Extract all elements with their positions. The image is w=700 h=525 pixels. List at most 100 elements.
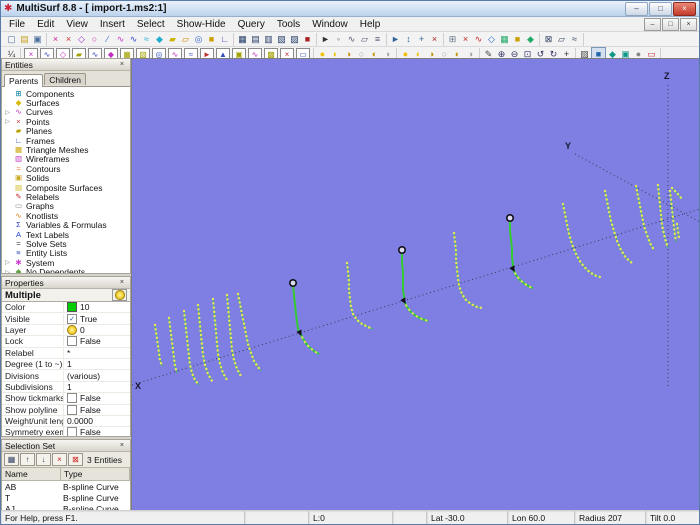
insert-point-icon[interactable]: + <box>415 33 428 45</box>
view-body-icon[interactable]: ▧ <box>275 33 288 45</box>
property-value[interactable]: False <box>64 427 130 436</box>
checkbox-icon[interactable]: ✓ <box>67 313 77 324</box>
property-value[interactable]: * <box>64 348 130 358</box>
tree-item-relabels[interactable]: ✎ Relabels <box>4 192 130 202</box>
line-icon[interactable]: ∕ <box>101 33 114 45</box>
select-all-icon[interactable]: ≡ <box>371 33 384 45</box>
view-profile-icon[interactable]: ▥ <box>262 33 275 45</box>
tab-children[interactable]: Children <box>44 73 86 85</box>
property-value[interactable]: 0 <box>64 324 130 335</box>
menu-window[interactable]: Window <box>306 19 354 30</box>
move-point-icon[interactable]: ↕ <box>402 33 415 45</box>
view-perspective-icon[interactable]: ▨ <box>288 33 301 45</box>
column-header-type[interactable]: Type <box>61 468 130 481</box>
list-view-icon[interactable]: ▦ <box>4 453 19 466</box>
point-icon[interactable]: × <box>49 33 62 45</box>
tree-item-curves[interactable]: ▷ ∿ Curves <box>4 107 130 117</box>
solid-icon[interactable]: ■ <box>205 33 218 45</box>
property-value[interactable]: 0.0000 <box>64 416 130 426</box>
tree-item-planes[interactable]: ▰ Planes <box>4 126 130 136</box>
magnet-icon[interactable]: ◇ <box>75 33 88 45</box>
pick-box-icon[interactable]: ⊠ <box>542 33 555 45</box>
view-plan-icon[interactable]: ▤ <box>249 33 262 45</box>
mdi-restore-button[interactable]: □ <box>662 17 679 31</box>
tree-item-no-dependents[interactable]: ▷ ◆ No Dependents <box>4 267 130 273</box>
tree-item-surfaces[interactable]: ◆ Surfaces <box>4 98 130 108</box>
tree-item-triangle-meshes[interactable]: ▦ Triangle Meshes <box>4 145 130 155</box>
clear-all-icon[interactable]: ⊠ <box>68 453 83 466</box>
tree-item-variables-formulas[interactable]: Σ Variables & Formulas <box>4 220 130 230</box>
property-value[interactable]: ✓ True <box>64 313 130 324</box>
error-surface-icon[interactable]: ◇ <box>485 33 498 45</box>
menu-edit[interactable]: Edit <box>31 19 60 30</box>
property-value[interactable]: False <box>64 336 130 347</box>
select-arrow-icon[interactable]: ► <box>319 33 332 45</box>
bspline-curve-icon[interactable]: ∿ <box>127 33 140 45</box>
expand-arrow-icon[interactable]: ▷ <box>4 269 11 273</box>
menu-query[interactable]: Query <box>232 19 271 30</box>
viewport-3d[interactable]: X Y Z <box>131 58 699 514</box>
mdi-minimize-button[interactable]: – <box>644 17 661 31</box>
minimize-button[interactable]: – <box>625 1 648 16</box>
tree-item-contours[interactable]: ≈ Contours <box>4 164 130 174</box>
property-value[interactable]: False <box>64 404 130 415</box>
move-down-icon[interactable]: ↓ <box>36 453 51 466</box>
save-icon[interactable]: ▣ <box>31 33 44 45</box>
ruled-surface-icon[interactable]: ▱ <box>179 33 192 45</box>
cspline-curve-icon[interactable]: ≈ <box>140 33 153 45</box>
menu-select[interactable]: Select <box>131 19 171 30</box>
menu-show-hide[interactable]: Show-Hide <box>171 19 232 30</box>
tree-item-solve-sets[interactable]: = Solve Sets <box>4 239 130 249</box>
close-icon[interactable]: × <box>117 60 127 69</box>
tree-item-wireframes[interactable]: ▧ Wireframes <box>4 154 130 164</box>
pick-fence-icon[interactable]: ≈ <box>568 33 581 45</box>
tree-item-system[interactable]: ▷ ✱ System <box>4 258 130 268</box>
bead-icon[interactable]: × <box>62 33 75 45</box>
select-points-icon[interactable]: ◦ <box>332 33 345 45</box>
foil-curve-icon[interactable]: ◆ <box>153 33 166 45</box>
tree-item-knotlists[interactable]: ∿ Knotlists <box>4 211 130 221</box>
close-button[interactable]: × <box>673 1 696 16</box>
select-surfaces-icon[interactable]: ▱ <box>358 33 371 45</box>
property-value[interactable]: (various) <box>64 371 130 381</box>
remove-selected-icon[interactable]: × <box>52 453 67 466</box>
tree-item-graphs[interactable]: ▭ Graphs <box>4 201 130 211</box>
table-row[interactable]: T B-spline Curve <box>2 492 130 503</box>
delete-point-icon[interactable]: × <box>428 33 441 45</box>
checkbox-icon[interactable] <box>67 336 77 347</box>
checkbox-icon[interactable] <box>67 393 77 404</box>
error-point-icon[interactable]: × <box>459 33 472 45</box>
menu-help[interactable]: Help <box>354 19 387 30</box>
check-grid-icon[interactable]: ⊞ <box>446 33 459 45</box>
select-curves-icon[interactable]: ∿ <box>345 33 358 45</box>
close-icon[interactable]: × <box>117 441 127 450</box>
arc-icon[interactable]: ∿ <box>114 33 127 45</box>
checkbox-icon[interactable] <box>67 404 77 415</box>
column-header-name[interactable]: Name <box>2 468 61 481</box>
error-mesh-icon[interactable]: ▦ <box>498 33 511 45</box>
tree-item-components[interactable]: ⊞ Components <box>4 89 130 99</box>
property-value[interactable]: False <box>64 393 130 404</box>
menu-tools[interactable]: Tools <box>271 19 306 30</box>
menu-insert[interactable]: Insert <box>94 19 131 30</box>
mdi-close-button[interactable]: × <box>680 17 697 31</box>
open-folder-icon[interactable]: ▤ <box>18 33 31 45</box>
menu-file[interactable]: File <box>3 19 31 30</box>
ring-icon[interactable]: ○ <box>88 33 101 45</box>
close-icon[interactable]: × <box>117 278 127 287</box>
new-file-icon[interactable]: ▢ <box>5 33 18 45</box>
tree-item-composite-surfaces[interactable]: ▤ Composite Surfaces <box>4 183 130 193</box>
view-wireframe-icon[interactable]: ▦ <box>236 33 249 45</box>
error-solid-icon[interactable]: ■ <box>511 33 524 45</box>
bulb-toggle-button[interactable] <box>112 289 127 301</box>
menu-view[interactable]: View <box>60 19 94 30</box>
checkbox-icon[interactable] <box>67 427 77 436</box>
table-row[interactable]: AB B-spline Curve <box>2 481 130 492</box>
property-value[interactable]: 1 <box>64 359 130 369</box>
tree-item-frames[interactable]: ∟ Frames <box>4 136 130 146</box>
tree-item-entity-lists[interactable]: ≡ Entity Lists <box>4 248 130 258</box>
property-value[interactable]: 10 <box>64 302 130 313</box>
tree-item-points[interactable]: ▷ × Points <box>4 117 130 127</box>
pick-poly-icon[interactable]: ▱ <box>555 33 568 45</box>
revolution-surface-icon[interactable]: ◎ <box>192 33 205 45</box>
